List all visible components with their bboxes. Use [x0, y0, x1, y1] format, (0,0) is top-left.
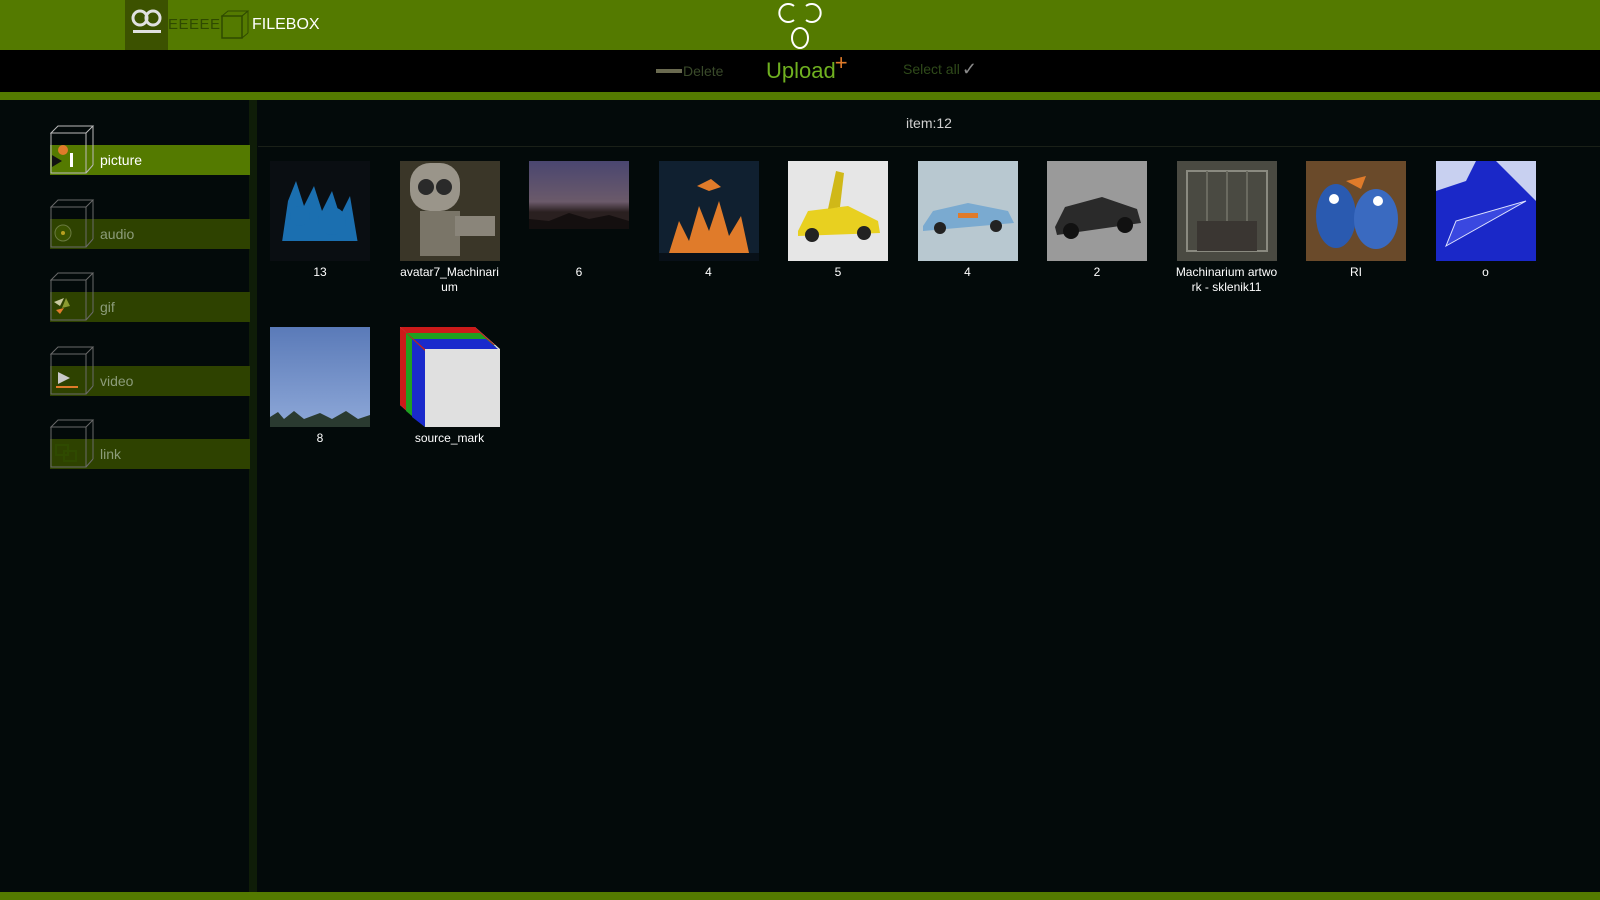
brand-title: FILEBOX	[252, 16, 320, 33]
file-tile[interactable]: 5	[788, 161, 888, 327]
select-all-label: Select all	[903, 61, 960, 77]
file-tile[interactable]: avatar7_Machinarium	[399, 161, 500, 327]
checkmark-icon: ✓	[961, 59, 977, 79]
file-tile[interactable]: source_mark	[399, 327, 500, 493]
video-icon	[50, 346, 95, 395]
sidebar-item-video[interactable]: video	[50, 346, 250, 396]
sidebar-item-picture[interactable]: picture	[50, 125, 250, 175]
file-name: RI	[1350, 265, 1362, 279]
sidebar-item-label: link	[100, 446, 122, 462]
upload-label: Upload	[766, 58, 836, 83]
audio-icon	[50, 199, 95, 248]
select-all-button[interactable]: Select all ✓	[903, 59, 977, 79]
file-tile[interactable]: 13	[270, 161, 370, 327]
plus-icon: +	[834, 50, 848, 75]
sidebar-item-label: audio	[100, 226, 135, 242]
delete-icon	[656, 69, 682, 73]
file-name: o	[1482, 265, 1489, 279]
sidebar-item-label: video	[100, 373, 134, 389]
file-name: 13	[313, 265, 327, 279]
sidebar-item-gif[interactable]: gif	[50, 272, 250, 322]
top-header: EEEEE FILEBOX	[0, 0, 1600, 50]
file-name: 5	[834, 265, 842, 279]
file-tile[interactable]: 8	[270, 327, 370, 493]
file-name: source_mark	[414, 431, 485, 445]
user-avatar-icon	[131, 9, 162, 33]
file-name: avatar7_Machinarium	[400, 265, 499, 294]
user-avatar-button[interactable]	[125, 0, 168, 50]
delete-button[interactable]: Delete	[656, 61, 723, 81]
thumbnail-trees-silhouette	[270, 161, 370, 261]
sidebar-item-link[interactable]: link	[50, 419, 250, 469]
sidebar-item-audio[interactable]: audio	[50, 199, 250, 249]
item-count-label: item:12	[258, 100, 1600, 147]
app-logo-icon	[778, 3, 822, 49]
sidebar-divider	[249, 100, 257, 892]
thumbnail-dusk-sky	[529, 161, 629, 261]
file-name: Machinarium artwork - sklenik11	[1175, 265, 1278, 294]
toolbar-divider	[0, 92, 1600, 100]
sidebar-item-label: gif	[100, 299, 115, 315]
file-tile[interactable]: o	[1435, 161, 1536, 327]
thumbnail-black-car	[1047, 161, 1147, 261]
thumbnail-machinarium-greenhouse	[1176, 161, 1277, 261]
file-name: 4	[705, 265, 712, 279]
file-name: 4	[964, 265, 971, 279]
thumbnail-blue-birds	[1306, 161, 1406, 261]
filebox-icon	[220, 10, 250, 39]
thumbnail-race-car	[917, 161, 1018, 261]
file-tile[interactable]: 4	[917, 161, 1018, 327]
file-tile[interactable]: 2	[1047, 161, 1147, 327]
file-tile[interactable]: RI	[1306, 161, 1406, 327]
picture-icon	[50, 125, 95, 174]
file-name: 6	[575, 265, 583, 279]
file-grid: 13 avatar7_Machinarium 6 4 5 4 2 Machina…	[270, 161, 1590, 493]
file-tile[interactable]: Machinarium artwork - sklenik11	[1175, 161, 1278, 327]
link-icon	[50, 419, 95, 468]
thumbnail-blue-sky-trees	[270, 327, 370, 427]
thumbnail-rgb-cube	[399, 327, 500, 427]
thumbnail-yellow-car	[788, 161, 888, 261]
thumbnail-robot	[399, 161, 500, 261]
upload-button[interactable]: Upload +	[766, 50, 848, 84]
file-tile[interactable]: 4	[658, 161, 759, 327]
file-tile[interactable]: 6	[529, 161, 629, 327]
thumbnail-blue-abstract	[1435, 161, 1536, 261]
sidebar-item-label: picture	[100, 152, 143, 168]
gif-icon	[50, 272, 95, 321]
username-label[interactable]: EEEEE	[168, 16, 221, 33]
bottom-strip	[0, 892, 1600, 900]
delete-label: Delete	[683, 63, 724, 79]
thumbnail-fire-art	[658, 161, 759, 261]
file-name: 8	[316, 431, 324, 445]
file-name: 2	[1093, 265, 1101, 279]
